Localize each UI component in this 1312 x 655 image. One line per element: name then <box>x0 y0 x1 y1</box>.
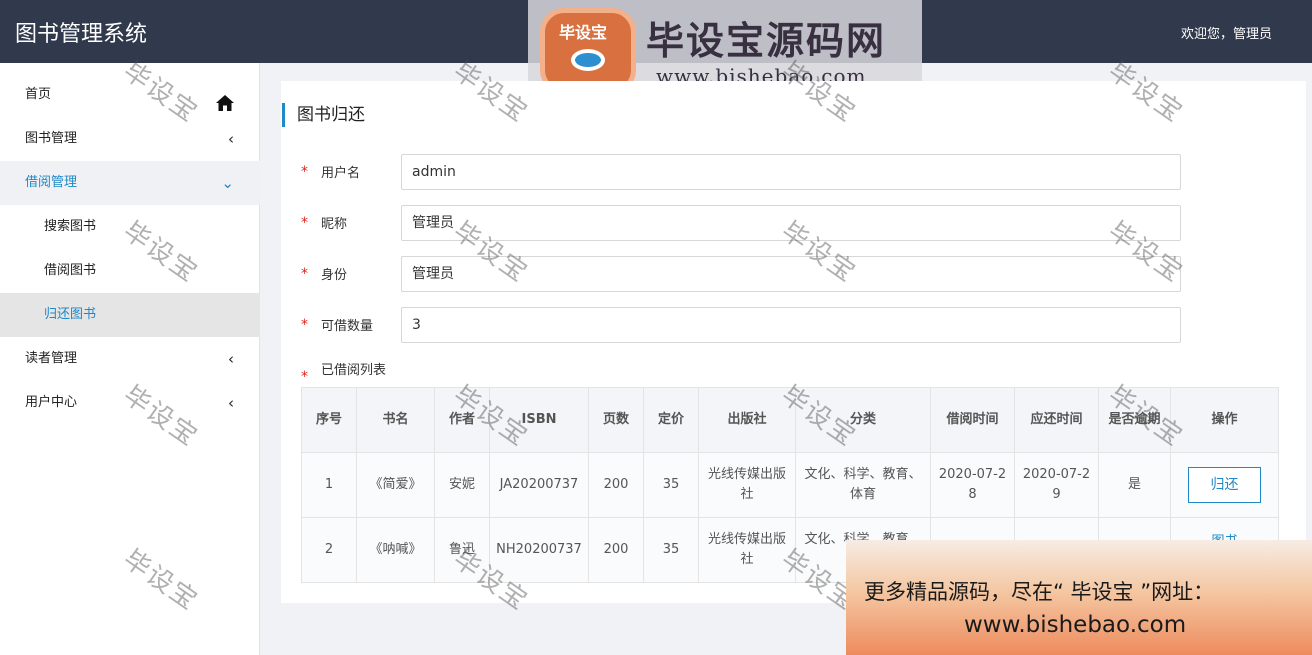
sidebar-item-label: 图书管理 <box>25 131 78 146</box>
chevron-left-icon: ‹ <box>228 350 234 368</box>
logo-badge-text: 毕设宝 <box>559 23 608 42</box>
table-cell: 光线传媒出版社 <box>698 517 796 583</box>
table-cell: 2 <box>301 517 357 583</box>
sidebar-item-label: 搜索图书 <box>44 219 97 234</box>
borrow-limit-field[interactable]: 3 <box>401 307 1181 343</box>
table-cell: 文化、科学、教育、体育 <box>795 452 931 518</box>
sidebar-item-borrow-management[interactable]: 借阅管理 ⌄ <box>0 161 260 205</box>
nickname-label: 昵称 <box>321 217 348 232</box>
sidebar-item-label: 读者管理 <box>25 351 78 366</box>
table-cell: NH20200737 <box>489 517 589 583</box>
required-mark: * <box>301 266 308 282</box>
sidebar-item-user-center[interactable]: 用户中心 ‹ <box>0 381 260 425</box>
table-cell: 2020-07-28 <box>930 452 1015 518</box>
table-cell: 《呐喊》 <box>356 517 435 583</box>
column-header: 作者 <box>434 387 490 453</box>
chevron-down-icon: ⌄ <box>221 174 234 192</box>
action-cell: 归还 <box>1170 452 1279 518</box>
sidebar-item-home[interactable]: 首页 <box>0 73 260 117</box>
table-cell: 200 <box>588 517 644 583</box>
column-header: 出版社 <box>698 387 796 453</box>
column-header: 应还时间 <box>1014 387 1099 453</box>
form-row-borrow-limit: * 可借数量 3 <box>301 307 1181 343</box>
promo-url: www.bishebao.com <box>964 612 1187 638</box>
required-mark: * <box>301 317 308 333</box>
required-mark: * <box>301 164 308 180</box>
required-mark: * <box>301 215 308 231</box>
logo-banner: 毕设宝 毕设宝源码网 www.bishebao.com <box>528 0 922 94</box>
username-field[interactable]: admin <box>401 154 1181 190</box>
table-cell: 1 <box>301 452 357 518</box>
table-cell: 是 <box>1098 452 1171 518</box>
return-card: 图书归还 * 用户名 admin * 昵称 管理员 * 身份 管理员 * 可借数… <box>281 81 1306 603</box>
sidebar-item-book-management[interactable]: 图书管理 ‹ <box>0 117 260 161</box>
column-header: 序号 <box>301 387 357 453</box>
column-header: ISBN <box>489 387 589 453</box>
promo-text: 更多精品源码，尽在“ 毕设宝 ”网址： <box>864 580 1215 604</box>
column-header: 是否逾期 <box>1098 387 1171 453</box>
table-cell: 200 <box>588 452 644 518</box>
required-mark: * <box>301 369 308 385</box>
sidebar-item-search-books[interactable]: 搜索图书 <box>0 205 260 249</box>
form-row-username: * 用户名 admin <box>301 154 1181 190</box>
borrowed-list-label: 已借阅列表 <box>321 363 387 378</box>
column-header: 分类 <box>795 387 931 453</box>
chevron-left-icon: ‹ <box>228 394 234 412</box>
table-cell: 2020-07-29 <box>1014 452 1099 518</box>
logo-eye-icon <box>571 49 605 71</box>
column-header: 操作 <box>1170 387 1279 453</box>
form-row-role: * 身份 管理员 <box>301 256 1181 292</box>
app-title: 图书管理系统 <box>15 22 148 47</box>
sidebar: 首页 图书管理 ‹ 借阅管理 ⌄ 搜索图书 借阅图书 归还图书 读者管理 ‹ 用… <box>0 63 260 655</box>
column-header: 借阅时间 <box>930 387 1015 453</box>
promo-banner: 更多精品源码，尽在“ 毕设宝 ”网址： www.bishebao.com <box>846 540 1312 655</box>
role-label: 身份 <box>321 268 348 283</box>
chevron-left-icon: ‹ <box>228 130 234 148</box>
sidebar-item-reader-management[interactable]: 读者管理 ‹ <box>0 337 260 381</box>
sidebar-item-label: 借阅管理 <box>25 175 78 190</box>
role-field[interactable]: 管理员 <box>401 256 1181 292</box>
form-row-nickname: * 昵称 管理员 <box>301 205 1181 241</box>
borrow-limit-label: 可借数量 <box>321 319 374 334</box>
logo-name: 毕设宝源码网 <box>646 19 887 63</box>
column-header: 页数 <box>588 387 644 453</box>
column-header: 书名 <box>356 387 435 453</box>
table-cell: 35 <box>643 517 699 583</box>
welcome-text: 欢迎您，管理员 <box>1180 27 1272 42</box>
table-cell: 安妮 <box>434 452 490 518</box>
table-cell: 光线传媒出版社 <box>698 452 796 518</box>
table-cell: 鲁迅 <box>434 517 490 583</box>
page-title: 图书归还 <box>282 103 365 127</box>
table-header-row: 序号 书名 作者 ISBN 页数 定价 出版社 分类 借阅时间 应还时间 是否逾… <box>301 387 1279 453</box>
sidebar-item-borrow-books[interactable]: 借阅图书 <box>0 249 260 293</box>
return-button[interactable]: 归还 <box>1188 467 1261 503</box>
table-cell: JA20200737 <box>489 452 589 518</box>
sidebar-item-return-books[interactable]: 归还图书 <box>0 293 260 337</box>
sidebar-item-label: 归还图书 <box>44 307 97 322</box>
sidebar-item-label: 借阅图书 <box>44 263 97 278</box>
table-cell: 《简爱》 <box>356 452 435 518</box>
nickname-field[interactable]: 管理员 <box>401 205 1181 241</box>
sidebar-item-label: 用户中心 <box>25 395 78 410</box>
table-cell: 35 <box>643 452 699 518</box>
column-header: 定价 <box>643 387 699 453</box>
username-label: 用户名 <box>321 166 361 181</box>
sidebar-item-label: 首页 <box>25 87 52 102</box>
table-row: 1 《简爱》 安妮 JA20200737 200 35 光线传媒出版社 文化、科… <box>301 452 1279 518</box>
